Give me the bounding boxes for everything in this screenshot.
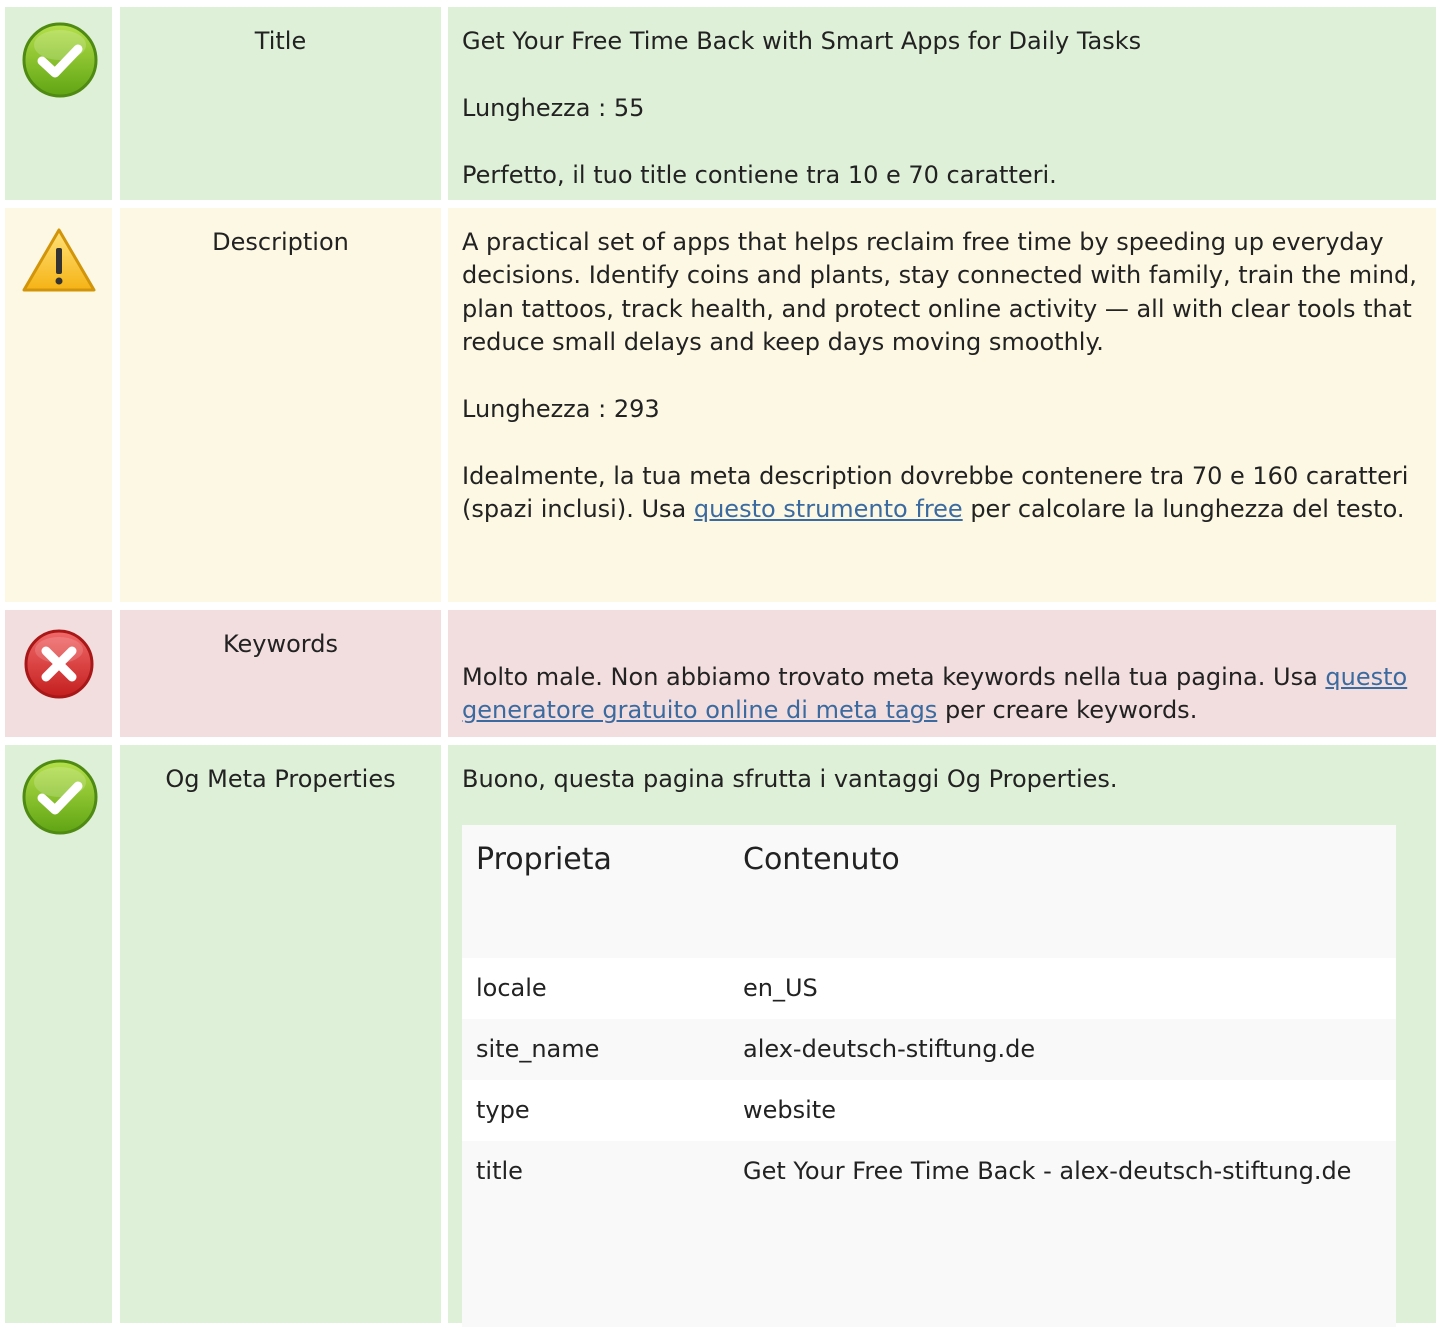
title-text: Get Your Free Time Back with Smart Apps … [462,27,1142,55]
row-content: Buono, questa pagina sfrutta i vantaggi … [448,745,1436,1327]
row-content: A practical set of apps that helps recla… [448,208,1436,602]
property-key: locale [462,958,729,1019]
table-row: site_name alex-deutsch-stiftung.de [462,1019,1396,1080]
title-note: Perfetto, il tuo title contiene tra 10 e… [462,160,1057,189]
row-content: Molto male. Non abbiamo trovato meta key… [448,610,1436,737]
keywords-note: Molto male. Non abbiamo trovato meta key… [462,663,1408,725]
error-x-circle-icon [23,628,95,700]
column-header: Contenuto [729,825,1396,958]
og-note: Buono, questa pagina sfrutta i vantaggi … [462,765,1118,793]
status-cell [5,745,112,1323]
og-properties-table: Proprieta Contenuto locale en_US site_na… [462,825,1396,1327]
report-row-keywords: Keywords Molto male. Non abbiamo trovato… [0,610,1445,737]
table-row: locale en_US [462,958,1396,1019]
property-value: website [729,1080,1396,1141]
row-label: Og Meta Properties [120,745,441,1323]
table-header-row: Proprieta Contenuto [462,825,1396,958]
property-key: site_name [462,1019,729,1080]
row-content: Get Your Free Time Back with Smart Apps … [448,7,1436,200]
row-label: Title [120,7,441,200]
report-row-description: Description A practical set of apps that… [0,208,1445,602]
description-text: A practical set of apps that helps recla… [462,228,1417,357]
row-label: Keywords [120,610,441,737]
property-value: alex-deutsch-stiftung.de [729,1019,1396,1080]
report-row-og-properties: Og Meta Properties Buono, questa pagina … [0,745,1445,1327]
property-value: en_US [729,958,1396,1019]
report-row-title: Title Get Your Free Time Back with Smart… [0,7,1445,200]
seo-report: Title Get Your Free Time Back with Smart… [0,0,1445,1327]
status-cell [5,7,112,200]
column-header: Proprieta [462,825,729,958]
check-circle-icon [21,758,99,836]
property-key: title [462,1141,729,1327]
row-label: Description [120,208,441,602]
warning-triangle-icon [21,226,97,294]
property-key: type [462,1080,729,1141]
property-value: Get Your Free Time Back - alex-deutsch-s… [729,1141,1396,1327]
description-length: Lunghezza : 293 [462,395,660,424]
description-note: Idealmente, la tua meta description dovr… [462,461,1409,524]
status-cell [5,610,112,737]
free-tool-link[interactable]: questo strumento free [694,495,963,523]
table-row: title Get Your Free Time Back - alex-deu… [462,1141,1396,1327]
check-circle-icon [21,21,99,99]
status-cell [5,208,112,602]
table-row: type website [462,1080,1396,1141]
title-length: Lunghezza : 55 [462,93,645,122]
